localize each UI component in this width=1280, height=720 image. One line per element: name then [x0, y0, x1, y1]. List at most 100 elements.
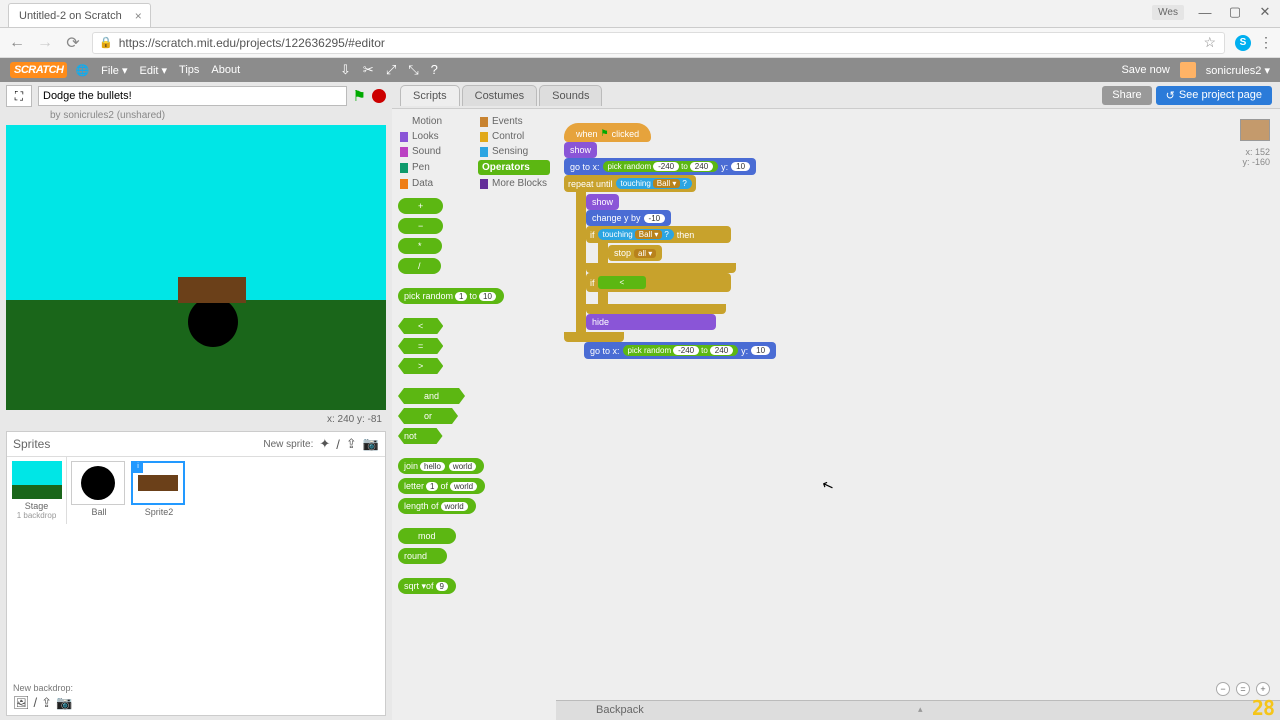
- menu-file[interactable]: File ▾: [101, 64, 127, 77]
- op-pick-random[interactable]: pick random1to10: [398, 288, 504, 304]
- url-input[interactable]: 🔒 https://scratch.mit.edu/projects/12263…: [92, 32, 1225, 54]
- cat-control[interactable]: Control: [478, 130, 550, 143]
- browser-tab-strip: Untitled-2 on Scratch × Wes — ▢ ✕: [0, 0, 1280, 28]
- backdrop-paint-icon[interactable]: /: [34, 695, 38, 711]
- green-flag-icon[interactable]: ⚑: [353, 87, 366, 105]
- scratch-logo[interactable]: SCRATCH: [10, 62, 67, 78]
- op-and[interactable]: and: [398, 388, 465, 404]
- block-hide[interactable]: hide: [586, 314, 716, 330]
- op-lt[interactable]: <: [398, 318, 443, 334]
- info-icon[interactable]: i: [133, 463, 143, 473]
- cat-operators[interactable]: Operators: [478, 160, 550, 175]
- tool-help-icon[interactable]: ?: [431, 62, 438, 78]
- backdrop-camera-icon[interactable]: 📷: [56, 695, 72, 711]
- block-if-1[interactable]: iftouchingBall ▾?then: [586, 226, 731, 243]
- cat-sensing[interactable]: Sensing: [478, 145, 550, 158]
- stop-icon[interactable]: [372, 89, 386, 103]
- backdrop-library-icon[interactable]: 🖼: [13, 695, 30, 711]
- zoom-in-icon[interactable]: +: [1256, 682, 1270, 696]
- block-goto-1[interactable]: go to x: pick random-240to240 y:10: [564, 158, 756, 175]
- tool-grow-icon[interactable]: ⤢: [386, 62, 396, 78]
- cat-events[interactable]: Events: [478, 115, 550, 128]
- project-byline: by sonicrules2 (unshared): [0, 110, 392, 123]
- op-join[interactable]: joinhelloworld: [398, 458, 484, 474]
- block-show[interactable]: show: [564, 142, 597, 158]
- nav-forward-icon: →: [36, 34, 54, 52]
- tool-shrink-icon[interactable]: ⤡: [408, 62, 418, 78]
- op-eq[interactable]: =: [398, 338, 443, 354]
- zoom-reset-icon[interactable]: =: [1236, 682, 1250, 696]
- username[interactable]: sonicrules2 ▾: [1206, 64, 1270, 77]
- block-change-y[interactable]: change y by-10: [586, 210, 671, 226]
- block-stop[interactable]: stopall ▾: [608, 245, 662, 261]
- sprite-library-icon[interactable]: ✦: [319, 436, 330, 452]
- canvas-coords: x: 152y: -160: [1242, 147, 1270, 167]
- op-or[interactable]: or: [398, 408, 458, 424]
- script-canvas[interactable]: x: 152y: -160 when⚑clicked show go to x:…: [556, 109, 1280, 720]
- stage[interactable]: [6, 125, 386, 410]
- op-letter[interactable]: letter1ofworld: [398, 478, 485, 494]
- op-not[interactable]: not: [398, 428, 443, 444]
- bookmark-star-icon[interactable]: ☆: [1203, 34, 1216, 51]
- block-if-2[interactable]: if < ↖: [586, 273, 731, 292]
- op-gt[interactable]: >: [398, 358, 443, 374]
- new-backdrop-label: New backdrop:: [13, 683, 73, 693]
- tab-costumes[interactable]: Costumes: [462, 85, 538, 106]
- see-project-button[interactable]: ↺See project page: [1156, 86, 1272, 105]
- tool-delete-icon[interactable]: ✂: [363, 62, 374, 78]
- script-stack[interactable]: when⚑clicked show go to x: pick random-2…: [564, 123, 776, 359]
- browser-profile[interactable]: Wes: [1152, 5, 1184, 20]
- cat-looks[interactable]: Looks: [398, 130, 470, 143]
- menu-tips[interactable]: Tips: [179, 64, 199, 76]
- sprite-ball[interactable]: [188, 297, 238, 347]
- stage-thumbnail[interactable]: Stage 1 backdrop: [7, 457, 67, 524]
- tool-duplicate-icon[interactable]: ⇩: [340, 62, 351, 78]
- sprite-camera-icon[interactable]: 📷: [363, 436, 379, 452]
- sprite-thumb-sprite2[interactable]: i Sprite2: [131, 461, 187, 520]
- cat-more[interactable]: More Blocks: [478, 177, 550, 190]
- project-title-input[interactable]: [38, 86, 347, 106]
- sprite-upload-icon[interactable]: ⇪: [346, 436, 357, 452]
- menu-edit[interactable]: Edit ▾: [139, 64, 167, 77]
- op-round[interactable]: round: [398, 548, 447, 564]
- tab-sounds[interactable]: Sounds: [539, 85, 602, 106]
- cat-pen[interactable]: Pen: [398, 160, 470, 175]
- op-add[interactable]: +: [398, 198, 443, 214]
- op-div[interactable]: /: [398, 258, 441, 274]
- share-button[interactable]: Share: [1102, 86, 1151, 105]
- globe-icon[interactable]: 🌐: [75, 64, 89, 77]
- browser-tab[interactable]: Untitled-2 on Scratch ×: [8, 3, 151, 27]
- backdrop-upload-icon[interactable]: ⇪: [41, 695, 52, 711]
- cat-motion[interactable]: Motion: [398, 115, 470, 128]
- backpack-bar[interactable]: Backpack: [556, 700, 1280, 720]
- block-show-2[interactable]: show: [586, 194, 619, 210]
- op-sub[interactable]: −: [398, 218, 443, 234]
- tab-scripts[interactable]: Scripts: [400, 85, 460, 106]
- sprite-minithumb: [1240, 119, 1270, 141]
- cat-data[interactable]: Data: [398, 177, 470, 190]
- skype-extension-icon[interactable]: S: [1235, 35, 1251, 51]
- op-length[interactable]: length ofworld: [398, 498, 476, 514]
- fullscreen-icon[interactable]: ⛶: [6, 85, 32, 107]
- block-goto-2[interactable]: go to x: pick random-240to240 y:10: [584, 342, 776, 359]
- close-tab-icon[interactable]: ×: [135, 9, 142, 23]
- op-sqrt[interactable]: sqrt ▾of9: [398, 578, 456, 594]
- user-avatar-icon[interactable]: [1180, 62, 1196, 78]
- sprite-thumb-ball[interactable]: Ball: [71, 461, 127, 520]
- op-mul[interactable]: *: [398, 238, 442, 254]
- sprite-rectangle[interactable]: [178, 277, 246, 303]
- window-maximize-icon[interactable]: ▢: [1226, 4, 1244, 20]
- nav-back-icon[interactable]: ←: [8, 34, 26, 52]
- cat-sound[interactable]: Sound: [398, 145, 470, 158]
- menu-about[interactable]: About: [211, 64, 240, 76]
- window-close-icon[interactable]: ✕: [1256, 4, 1274, 20]
- window-minimize-icon[interactable]: —: [1196, 5, 1214, 20]
- sprite-paint-icon[interactable]: /: [336, 437, 340, 452]
- block-when-flag[interactable]: when⚑clicked: [564, 123, 651, 142]
- zoom-out-icon[interactable]: −: [1216, 682, 1230, 696]
- browser-menu-icon[interactable]: ⋮: [1259, 34, 1272, 51]
- op-mod[interactable]: mod: [398, 528, 456, 544]
- nav-reload-icon[interactable]: ⟳: [64, 33, 82, 53]
- block-repeat-until[interactable]: repeat untiltouchingBall ▾?: [564, 175, 696, 192]
- save-now[interactable]: Save now: [1121, 64, 1169, 76]
